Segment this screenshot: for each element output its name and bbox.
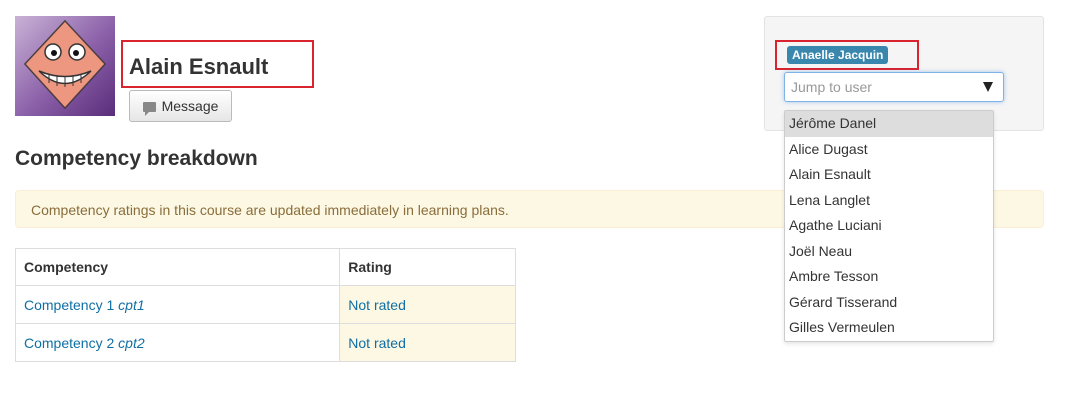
dropdown-option[interactable]: Jérôme Danel	[785, 111, 993, 137]
column-header-rating: Rating	[339, 248, 516, 286]
competency-cell: Competency 2 cpt2	[14, 323, 341, 362]
dropdown-option[interactable]: Alice Dugast	[785, 137, 993, 163]
dropdown-option[interactable]: Gérard Tisserand	[785, 290, 993, 316]
user-dropdown-list: Jérôme Danel Alice Dugast Alain Esnault …	[784, 110, 994, 342]
competency-link[interactable]: Competency 1 cpt1	[24, 297, 145, 313]
selected-user-badge[interactable]: Anaelle Jacquin	[787, 46, 889, 64]
table-row: Competency 1 cpt1 Not rated	[14, 285, 516, 324]
user-name: Alain Esnault	[129, 54, 269, 79]
dropdown-option[interactable]: Alain Esnault	[785, 162, 993, 188]
message-button-label: Message	[161, 98, 219, 114]
rating-link[interactable]: Not rated	[348, 335, 406, 351]
competency-table: Competency Rating Competency 1 cpt1 Not …	[14, 248, 516, 362]
caret-down-icon[interactable]	[983, 82, 993, 92]
rating-link[interactable]: Not rated	[348, 297, 406, 313]
competency-link[interactable]: Competency 2 cpt2	[24, 335, 145, 351]
dropdown-option[interactable]: Agathe Luciani	[785, 213, 993, 239]
dropdown-option[interactable]: Gilles Vermeulen	[785, 315, 993, 341]
jump-to-user-select[interactable]	[784, 72, 1004, 102]
table-row: Competency 2 cpt2 Not rated	[14, 323, 516, 362]
section-title: Competency breakdown	[15, 147, 258, 170]
dropdown-option[interactable]: Ambre Tesson	[785, 264, 993, 290]
column-header-competency: Competency	[14, 248, 341, 286]
message-button[interactable]: Message	[129, 90, 232, 122]
dropdown-option[interactable]: Joël Neau	[785, 239, 993, 265]
rating-cell: Not rated	[339, 285, 516, 324]
competency-cell: Competency 1 cpt1	[14, 285, 341, 324]
table-header-row: Competency Rating	[14, 248, 516, 286]
dropdown-option[interactable]: Lena Langlet	[785, 188, 993, 214]
chat-bubble-icon	[142, 102, 156, 116]
rating-cell: Not rated	[339, 323, 516, 362]
jump-to-user-input[interactable]	[785, 73, 970, 101]
user-avatar	[15, 16, 115, 116]
